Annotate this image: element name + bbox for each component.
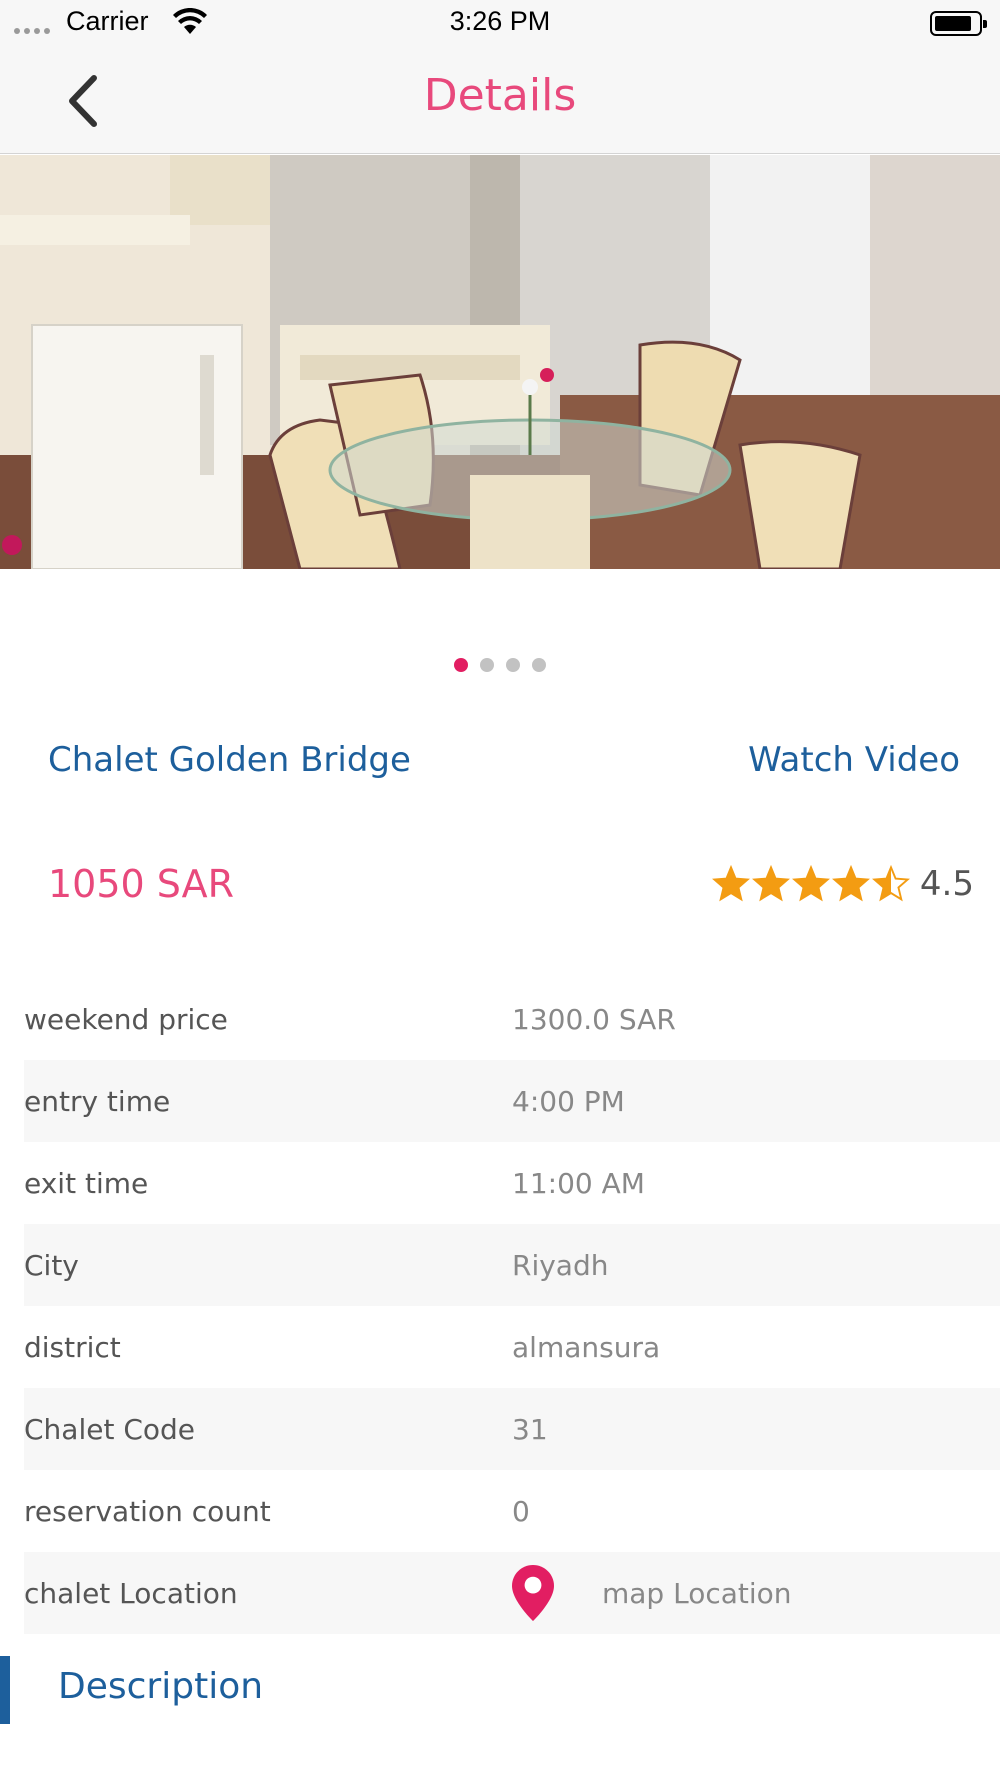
pager-dot[interactable]	[480, 658, 494, 672]
detail-value: 1300.0 SAR	[512, 1002, 676, 1036]
price-row: 1050 SAR 4.5	[48, 862, 974, 906]
detail-label: chalet Location	[24, 1576, 238, 1610]
star-full-icon	[831, 865, 870, 902]
star-full-icon	[711, 865, 750, 902]
detail-value: map Location	[512, 1565, 792, 1621]
status-time: 3:26 PM	[449, 6, 551, 36]
title-row: Chalet Golden Bridge Watch Video	[48, 740, 960, 780]
page-title: Details	[423, 70, 577, 121]
detail-label: City	[24, 1248, 79, 1282]
detail-row[interactable]: chalet Location map Location	[24, 1552, 1000, 1634]
details-table: weekend price 1300.0 SAR entry time 4:00 PM…	[24, 978, 1000, 1634]
chalet-photo-illustration	[0, 155, 1000, 569]
detail-row: reservation count 0	[24, 1470, 1000, 1552]
rating: 4.5	[711, 864, 974, 904]
chalet-photo[interactable]	[0, 155, 1000, 569]
detail-row: City Riyadh	[24, 1224, 1000, 1306]
detail-value: 0	[512, 1494, 530, 1528]
image-pager[interactable]	[0, 658, 1000, 672]
detail-row: Chalet Code 31	[24, 1388, 1000, 1470]
detail-value: 11:00 AM	[512, 1166, 645, 1200]
detail-row: weekend price 1300.0 SAR	[24, 978, 1000, 1060]
section-accent-bar	[0, 1656, 10, 1724]
chalet-name: Chalet Golden Bridge	[48, 740, 411, 780]
navigation-bar: Details	[0, 48, 1000, 154]
detail-label: entry time	[24, 1084, 171, 1118]
battery-icon	[930, 11, 987, 36]
detail-value: 31	[512, 1412, 548, 1446]
pager-dot[interactable]	[532, 658, 546, 672]
detail-row: exit time 11:00 AM	[24, 1142, 1000, 1224]
detail-label: district	[24, 1330, 121, 1364]
watch-video-link[interactable]: Watch Video	[748, 740, 960, 780]
detail-label: reservation count	[24, 1494, 271, 1528]
detail-value: 4:00 PM	[512, 1084, 625, 1118]
detail-row: district almansura	[24, 1306, 1000, 1388]
star-full-icon	[791, 865, 830, 902]
detail-label: exit time	[24, 1166, 149, 1200]
map-pin-icon[interactable]	[512, 1565, 554, 1621]
map-location-link[interactable]: map Location	[602, 1577, 792, 1610]
description-section: Description	[0, 1656, 1000, 1724]
pager-dot[interactable]	[454, 658, 468, 672]
rating-value: 4.5	[919, 864, 974, 904]
pager-dot[interactable]	[506, 658, 520, 672]
detail-label: weekend price	[24, 1002, 228, 1036]
star-full-icon	[751, 865, 790, 902]
detail-label: Chalet Code	[24, 1412, 196, 1446]
rating-stars	[711, 865, 910, 903]
status-bar: Carrier 3:26 PM	[0, 0, 1000, 48]
detail-row: entry time 4:00 PM	[24, 1060, 1000, 1142]
detail-value: almansura	[512, 1330, 661, 1364]
detail-value: Riyadh	[512, 1248, 609, 1282]
price-label: 1050 SAR	[48, 862, 235, 906]
star-half-icon	[871, 865, 910, 902]
description-heading: Description	[58, 1666, 264, 1707]
